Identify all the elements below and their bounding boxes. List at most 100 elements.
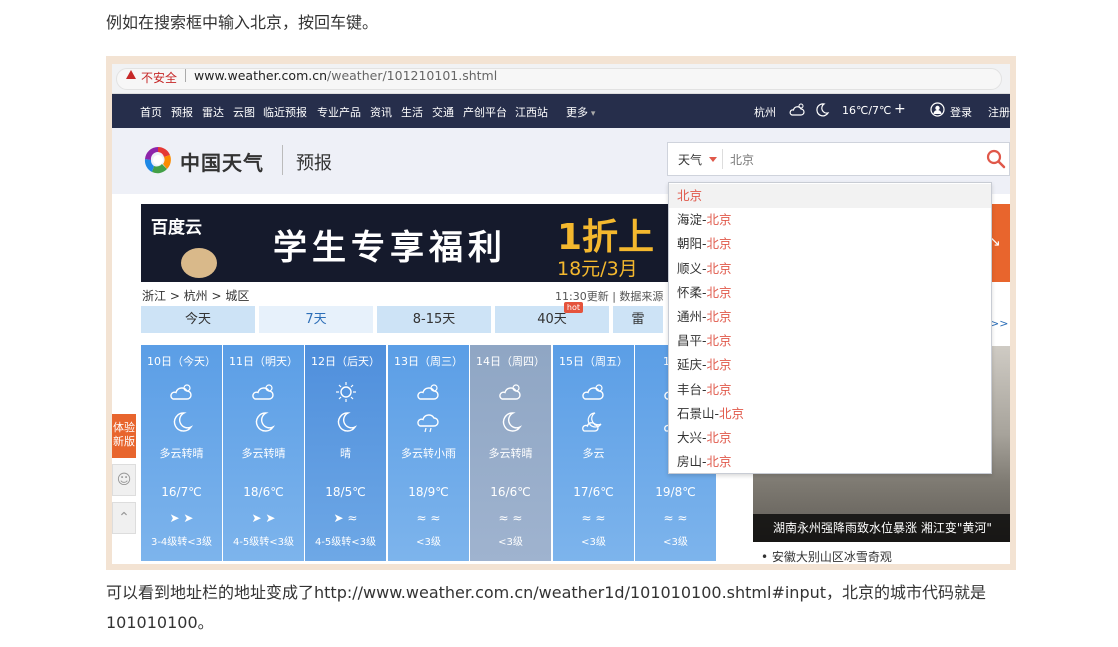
breadcrumb[interactable]: 浙江 > 杭州 > 城区 bbox=[142, 287, 249, 304]
forecast-day[interactable]: 15日（周五） 多云 17/6℃ ≈ ≈ <3级 bbox=[553, 345, 634, 561]
forecast-day[interactable]: 14日（周四） 多云转晴 16/6℃ ≈ ≈ <3级 bbox=[470, 345, 551, 561]
moon-icon bbox=[255, 412, 276, 432]
wind-level: <3级 bbox=[581, 537, 606, 548]
suggestion-item[interactable]: 丰台-北京 bbox=[669, 378, 991, 402]
suggestion-item[interactable]: 延庆-北京 bbox=[669, 353, 991, 377]
nav-item-nowcast[interactable]: 临近预报 bbox=[263, 104, 307, 120]
nav-item-more[interactable]: 更多 bbox=[566, 104, 595, 120]
suggestion-item[interactable]: 海淀-北京 bbox=[669, 208, 991, 232]
wind-direction-icon: ≈ ≈ bbox=[663, 511, 688, 525]
nav-item-jiangxi[interactable]: 江西站 bbox=[515, 104, 548, 120]
nav-item-cloud[interactable]: 云图 bbox=[233, 104, 255, 120]
banner-discount: 1折上 bbox=[557, 217, 655, 258]
forecast-condition: 晴 bbox=[340, 447, 351, 460]
suggestion-district: 通州- bbox=[677, 309, 707, 324]
user-icon[interactable] bbox=[930, 102, 945, 117]
wind-level: 3-4级转<3级 bbox=[150, 537, 213, 548]
suggestion-item[interactable]: 怀柔-北京 bbox=[669, 281, 991, 305]
suggestion-item[interactable]: 大兴-北京 bbox=[669, 426, 991, 450]
nav-item-radar[interactable]: 雷达 bbox=[202, 104, 224, 120]
banner-title: 学生专享福利 bbox=[273, 228, 507, 268]
forecast-condition: 多云转晴 bbox=[241, 447, 286, 460]
search-input[interactable] bbox=[730, 148, 970, 170]
forecast-temp: 18/5℃ bbox=[325, 485, 366, 499]
suggestion-item[interactable]: 通州-北京 bbox=[669, 305, 991, 329]
feedback-button[interactable]: ☺ bbox=[112, 464, 136, 496]
suggestion-item[interactable]: 房山-北京 bbox=[669, 450, 991, 474]
suggestion-city: 北京 bbox=[706, 212, 732, 228]
nav-item-news[interactable]: 资讯 bbox=[370, 104, 392, 120]
forecast-date: 15日（周五） bbox=[559, 355, 628, 368]
news-caption[interactable]: 湖南永州强降雨致水位暴涨 湘江变"黄河" bbox=[753, 514, 1010, 542]
suggestion-district: 怀柔- bbox=[677, 284, 707, 300]
forecast-temp: 19/8℃ bbox=[655, 485, 696, 499]
new-version-tab[interactable]: 体验新版 bbox=[112, 414, 136, 458]
login-link[interactable]: 登录 bbox=[950, 104, 972, 120]
logo-text[interactable]: 中国天气 bbox=[180, 147, 264, 176]
forecast-temp: 16/6℃ bbox=[490, 485, 531, 499]
suggestion-district: 石景山- bbox=[677, 405, 720, 421]
tab-8-15days[interactable]: 8-15天 bbox=[377, 306, 491, 333]
nav-item-home[interactable]: 首页 bbox=[140, 104, 162, 120]
suggestion-city: 北京 bbox=[706, 260, 732, 276]
insecure-label: 不安全 bbox=[141, 71, 178, 85]
tab-7days[interactable]: 7天 bbox=[259, 306, 373, 333]
more-link[interactable]: >> bbox=[990, 317, 1008, 330]
suggestion-item[interactable]: 石景山-北京 bbox=[669, 402, 991, 426]
forecast-temp: 16/7℃ bbox=[161, 485, 202, 499]
tab-40days[interactable]: 40天 hot bbox=[495, 302, 609, 333]
url-text[interactable]: www.weather.com.cn/weather/101210101.sht… bbox=[194, 68, 497, 83]
nav-item-life[interactable]: 生活 bbox=[401, 104, 423, 120]
suggestion-city: 北京 bbox=[706, 333, 732, 349]
suggestion-item[interactable]: 顺义-北京 bbox=[669, 257, 991, 281]
partly-cloudy-icon bbox=[170, 384, 192, 400]
news-item[interactable]: • 安徽大别山区冰雪奇观 bbox=[761, 548, 892, 564]
register-link[interactable]: 注册 bbox=[988, 104, 1010, 120]
url-path: /weather/101210101.shtml bbox=[327, 68, 498, 83]
search-icon[interactable] bbox=[986, 149, 1006, 169]
tab-radar[interactable]: 雷 bbox=[613, 306, 663, 333]
suggestion-district: 丰台- bbox=[677, 381, 707, 397]
banner-price: 18元/3月 bbox=[557, 258, 638, 280]
nav-temp: 16℃/7℃ bbox=[842, 104, 892, 117]
chevron-down-icon[interactable] bbox=[709, 157, 717, 162]
search-category[interactable]: 天气 bbox=[678, 151, 702, 168]
search-suggestions: 北京 海淀-北京 朝阳-北京 顺义-北京 怀柔-北京 通州-北京 昌平-北京 延庆-北京 丰台-… bbox=[668, 182, 992, 474]
section-title: 预报 bbox=[296, 153, 332, 174]
address-bar[interactable]: 不安全 www.weather.com.cn/weather/101210101… bbox=[112, 64, 1010, 94]
nav-city[interactable]: 杭州 bbox=[754, 104, 776, 120]
wind-level: <3级 bbox=[498, 537, 523, 548]
forecast-date: 11日（明天） bbox=[229, 355, 298, 368]
wind-direction-icon: ≈ ≈ bbox=[416, 511, 441, 525]
palette-icon bbox=[181, 248, 217, 278]
warning-icon bbox=[126, 70, 136, 79]
suggestion-item[interactable]: 昌平-北京 bbox=[669, 329, 991, 353]
tab-today[interactable]: 今天 bbox=[141, 306, 255, 333]
rain-cloud-icon bbox=[417, 414, 439, 433]
forecast-day[interactable]: 13日（周三） 多云转小雨 18/9℃ ≈ ≈ <3级 bbox=[388, 345, 469, 561]
forecast-day[interactable]: 12日（后天） 晴 18/5℃ ➤ ≈ 4-5级转<3级 bbox=[305, 345, 386, 561]
suggestion-city: 北京 bbox=[706, 454, 732, 470]
wind-direction-icon: ➤ ➤ bbox=[169, 511, 194, 525]
nav-item-platform[interactable]: 产创平台 bbox=[463, 104, 507, 120]
hot-badge: hot bbox=[563, 302, 583, 313]
add-city-icon[interactable]: + bbox=[894, 101, 906, 117]
back-to-top-button[interactable]: ⌃ bbox=[112, 502, 136, 534]
nav-item-products[interactable]: 专业产品 bbox=[317, 104, 361, 120]
weather-logo-icon[interactable] bbox=[142, 144, 174, 176]
suggestion-city: 北京 bbox=[706, 357, 732, 373]
forecast-day[interactable]: 10日（今天） 多云转晴 16/7℃ ➤ ➤ 3-4级转<3级 bbox=[141, 345, 222, 561]
wind-direction-icon: ➤ ≈ bbox=[333, 511, 358, 525]
partly-cloudy-icon bbox=[252, 384, 274, 400]
suggestion-city: 北京 bbox=[706, 284, 732, 300]
suggestion-item[interactable]: 朝阳-北京 bbox=[669, 232, 991, 256]
wind-direction-icon: ➤ ➤ bbox=[251, 511, 276, 525]
forecast-temp: 17/6℃ bbox=[573, 485, 614, 499]
nav-item-traffic[interactable]: 交通 bbox=[432, 104, 454, 120]
forecast-date: 13日（周三） bbox=[394, 355, 463, 368]
nav-item-forecast[interactable]: 预报 bbox=[171, 104, 193, 120]
forecast-condition: 多云转小雨 bbox=[401, 447, 456, 460]
forecast-day[interactable]: 11日（明天） 多云转晴 18/6℃ ➤ ➤ 4-5级转<3级 bbox=[223, 345, 304, 561]
suggestion-item[interactable]: 北京 bbox=[669, 184, 991, 208]
suggestion-district: 顺义- bbox=[677, 260, 707, 276]
